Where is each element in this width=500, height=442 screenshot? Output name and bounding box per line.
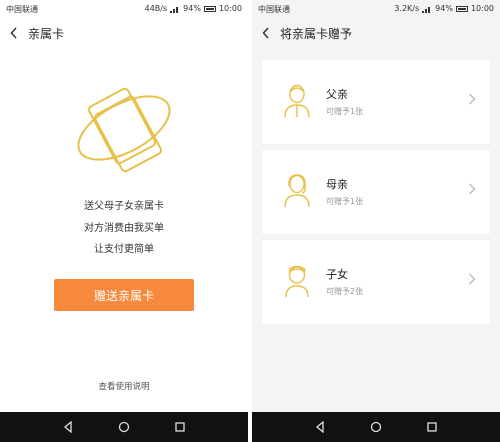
nav-recents-icon[interactable] (425, 420, 439, 434)
nav-back-icon[interactable] (313, 420, 327, 434)
nav-back-icon[interactable] (61, 420, 75, 434)
relative-quota: 可赠予1张 (326, 107, 364, 116)
back-button[interactable] (0, 18, 28, 48)
network-speed: 44B/s (144, 4, 168, 13)
carrier-label: 中国联通 (6, 5, 38, 14)
page-title: 将亲属卡赠予 (280, 26, 353, 41)
chevron-right-icon (469, 273, 476, 285)
right-screen: 中国联通 3.2K/s 94% 10:00 将亲属卡赠予 父亲 可赠予1张 母亲… (252, 0, 500, 442)
left-screen: 中国联通 44B/s 94% 10:00 亲属卡 送父母子女亲属卡 对方消费由我… (0, 0, 248, 442)
intro-line-1: 送父母子女亲属卡 (84, 201, 164, 212)
status-right: 44B/s 94% 10:00 (145, 4, 242, 13)
status-bar: 中国联通 44B/s 94% 10:00 (0, 0, 248, 18)
back-arrow-icon (10, 27, 17, 39)
network-speed: 3.2K/s (394, 4, 420, 13)
relative-card-child[interactable]: 子女 可赠予2张 (262, 240, 490, 324)
header: 亲属卡 (0, 18, 248, 48)
relative-name: 母亲 (326, 178, 348, 191)
relative-name: 子女 (326, 268, 348, 281)
clock: 10:00 (470, 4, 494, 13)
usage-instructions-link[interactable]: 查看使用说明 (0, 380, 248, 392)
child-avatar-icon (285, 265, 309, 298)
father-avatar-icon (284, 84, 310, 118)
system-navbar (252, 412, 500, 442)
signal-icon (422, 6, 431, 13)
card-illustration-icon (77, 87, 171, 173)
battery-icon (455, 5, 468, 12)
back-button[interactable] (252, 18, 280, 48)
relative-quota: 可赠予1张 (326, 197, 364, 206)
nav-recents-icon[interactable] (173, 420, 187, 434)
clock: 10:00 (218, 4, 242, 13)
signal-icon (170, 6, 179, 13)
page-title: 亲属卡 (28, 26, 65, 41)
relative-quota: 可赠予2张 (326, 287, 364, 296)
carrier-label: 中国联通 (258, 5, 290, 14)
chevron-right-icon (469, 93, 476, 105)
intro-line-3: 让支付更简单 (94, 244, 154, 255)
system-navbar (0, 412, 248, 442)
status-bar: 中国联通 3.2K/s 94% 10:00 (252, 0, 500, 18)
status-right: 3.2K/s 94% 10:00 (394, 4, 494, 13)
battery-icon (203, 5, 216, 12)
nav-home-icon[interactable] (117, 420, 131, 434)
relative-card-mother[interactable]: 母亲 可赠予1张 (262, 150, 490, 234)
chevron-right-icon (469, 183, 476, 195)
battery-percent: 94% (435, 4, 453, 13)
battery-percent: 94% (183, 4, 201, 13)
mother-avatar-icon (284, 174, 310, 208)
nav-home-icon[interactable] (369, 420, 383, 434)
back-arrow-icon (262, 27, 269, 39)
relative-name: 父亲 (326, 88, 348, 101)
relative-card-father[interactable]: 父亲 可赠予1张 (262, 60, 490, 144)
header: 将亲属卡赠予 (252, 18, 500, 48)
intro-line-2: 对方消费由我买单 (84, 223, 164, 234)
gift-card-button[interactable]: 赠送亲属卡 (54, 279, 194, 311)
